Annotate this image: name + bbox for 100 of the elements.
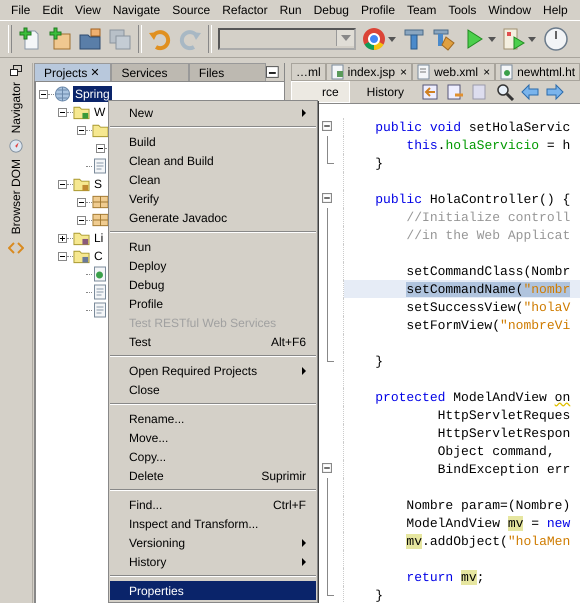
- editor-tab[interactable]: web.xml ×: [412, 63, 496, 81]
- menu-item[interactable]: Test Alt+F6: [110, 332, 316, 351]
- history-back-icon[interactable]: [421, 83, 440, 101]
- menu-item[interactable]: History: [110, 552, 316, 571]
- restore-icon[interactable]: [10, 65, 22, 76]
- expander-icon[interactable]: [58, 108, 67, 116]
- code-line: mv.addObject("holaMen: [405, 534, 570, 548]
- menu-item[interactable]: Refactor: [216, 3, 274, 17]
- menu-item[interactable]: Find... Ctrl+F: [110, 495, 316, 514]
- code-line: //Initialize controll: [405, 210, 570, 224]
- menu-item[interactable]: Properties: [110, 581, 316, 600]
- close-icon[interactable]: ×: [483, 65, 490, 79]
- fold-icon[interactable]: [322, 193, 332, 203]
- panel-tab[interactable]: Projects ✕: [34, 63, 112, 81]
- fold-icon[interactable]: [322, 121, 332, 131]
- code-line: public void setHolaServic: [374, 120, 570, 134]
- caret-icon[interactable]: [488, 36, 496, 42]
- menu-item[interactable]: Source: [166, 3, 216, 17]
- tree-item[interactable]: Li: [92, 230, 106, 246]
- open-folder-icon[interactable]: [78, 27, 102, 51]
- menu-item[interactable]: Open Required Projects: [110, 361, 316, 380]
- arrow-right-icon[interactable]: [546, 83, 564, 101]
- menu-item[interactable]: Generate Javadoc: [110, 208, 316, 227]
- menu-item[interactable]: Team: [401, 3, 442, 17]
- caret-icon: [340, 35, 350, 41]
- code-brackets-icon: [8, 240, 24, 255]
- menu-item[interactable]: Build: [110, 132, 316, 151]
- menu-item[interactable]: Rename...: [110, 409, 316, 428]
- expander-icon[interactable]: [77, 216, 86, 224]
- menu-item[interactable]: Run: [110, 237, 316, 256]
- file-icon: [500, 64, 514, 80]
- folder-icon: [92, 122, 109, 138]
- editor-tab[interactable]: index.jsp ×: [326, 63, 412, 81]
- debug-run-icon[interactable]: [502, 27, 526, 51]
- menu-item[interactable]: Window: [482, 3, 538, 17]
- menu-item[interactable]: Profile: [354, 3, 401, 17]
- previous-edit-icon[interactable]: [446, 83, 464, 101]
- menu-item[interactable]: Deploy: [110, 256, 316, 275]
- code-line: }: [374, 588, 384, 602]
- panel-tab[interactable]: Files: [188, 63, 266, 81]
- caret-icon[interactable]: [388, 36, 396, 42]
- tree-item[interactable]: W: [92, 104, 108, 120]
- view-tab[interactable]: History: [356, 82, 414, 102]
- menu-item[interactable]: Edit: [36, 3, 70, 17]
- menu-item[interactable]: Debug: [308, 3, 355, 17]
- code-line: setCommandClass(Nombr: [405, 264, 570, 278]
- tree-item[interactable]: S: [92, 176, 104, 192]
- tree-item[interactable]: C: [92, 248, 105, 264]
- expander-icon[interactable]: [58, 234, 67, 242]
- expander-icon[interactable]: [58, 252, 67, 260]
- panel-tab[interactable]: Services: [111, 63, 189, 81]
- browser-dom-tab[interactable]: Browser DOM: [9, 159, 23, 235]
- menu-item[interactable]: View: [69, 3, 107, 17]
- search-icon[interactable]: [496, 83, 514, 101]
- menu-item[interactable]: New: [110, 103, 316, 122]
- menu-item[interactable]: Run: [274, 3, 308, 17]
- expander-icon[interactable]: [77, 198, 86, 206]
- code-line: Nombre param=(Nombre): [405, 498, 570, 512]
- menu-item[interactable]: Debug: [110, 275, 316, 294]
- browser-icon[interactable]: [362, 27, 386, 51]
- menu-item[interactable]: Copy...: [110, 447, 316, 466]
- menu-item[interactable]: Inspect and Transform...: [110, 514, 316, 533]
- editor-tab[interactable]: …ml: [291, 63, 326, 81]
- menu-item[interactable]: Versioning: [110, 533, 316, 552]
- tree-item[interactable]: Spring: [73, 86, 112, 102]
- new-project-icon[interactable]: [48, 27, 72, 51]
- menu-item[interactable]: Tools: [442, 3, 482, 17]
- arrow-left-icon[interactable]: [521, 83, 540, 101]
- code-line: protected ModelAndView on: [374, 390, 570, 404]
- expander-icon[interactable]: [77, 126, 86, 134]
- menu-item[interactable]: Profile: [110, 294, 316, 313]
- menu-item[interactable]: File: [5, 3, 36, 17]
- menu-item[interactable]: Delete Suprimir: [110, 466, 316, 485]
- expander-icon[interactable]: [58, 180, 67, 188]
- code-line: HttpServletRespon: [436, 426, 570, 440]
- close-icon[interactable]: ✕: [90, 66, 100, 79]
- hammer-broom-icon[interactable]: [432, 27, 456, 51]
- menu-item[interactable]: Navigate: [106, 3, 166, 17]
- view-tab[interactable]: rce: [291, 81, 350, 103]
- fold-icon[interactable]: [322, 463, 332, 473]
- code-line: return mv;: [405, 570, 484, 584]
- menu-item[interactable]: Close: [110, 380, 316, 399]
- hammer-icon[interactable]: [402, 27, 426, 51]
- menu-item[interactable]: Clean: [110, 170, 316, 189]
- gauge-icon[interactable]: [544, 27, 568, 51]
- expander-icon[interactable]: [39, 90, 48, 98]
- folder-icon: [73, 104, 90, 120]
- menu-item[interactable]: Help: [537, 3, 574, 17]
- caret-icon[interactable]: [528, 36, 536, 42]
- close-icon[interactable]: ×: [400, 65, 408, 79]
- editor-tab[interactable]: newhtml.ht: [495, 63, 580, 81]
- code-line: HttpServletReques: [436, 408, 570, 422]
- package-icon: [92, 194, 109, 210]
- menu-item[interactable]: Move...: [110, 428, 316, 447]
- expander-icon[interactable]: [96, 144, 105, 152]
- minimize-icon[interactable]: [266, 66, 280, 78]
- navigator-tab[interactable]: Navigator: [9, 82, 23, 134]
- menu-item[interactable]: Verify: [110, 189, 316, 208]
- configuration-dropdown[interactable]: [218, 28, 356, 50]
- menu-item[interactable]: Clean and Build: [110, 151, 316, 170]
